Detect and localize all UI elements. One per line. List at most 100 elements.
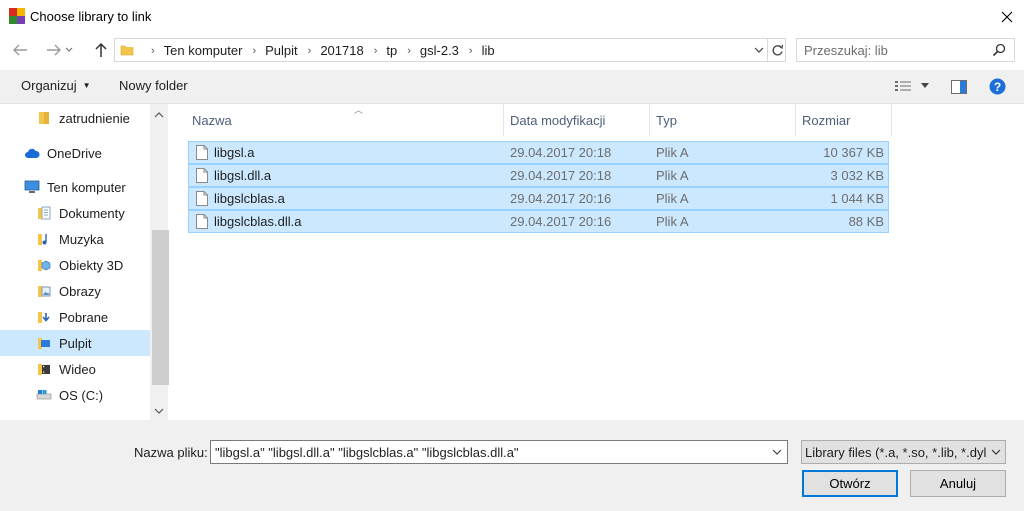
cancel-button[interactable]: Anuluj (910, 470, 1006, 497)
svg-text:?: ? (994, 80, 1001, 94)
organize-label: Organizuj (21, 78, 77, 93)
file-row[interactable]: libgsl.a 29.04.2017 20:18 Plik A 10 367 … (188, 141, 889, 164)
filename-label: Nazwa pliku: (134, 445, 208, 460)
up-button[interactable] (90, 39, 112, 61)
column-header-label: Data modyfikacji (510, 112, 606, 128)
folder-icon (36, 110, 52, 126)
arrow-right-icon (47, 44, 61, 56)
app-icon (9, 8, 25, 24)
file-icon (196, 168, 208, 183)
back-button[interactable] (9, 39, 31, 61)
sidebar-item-muzyka[interactable]: Muzyka (0, 226, 150, 252)
file-type: Plik A (656, 168, 689, 183)
pictures-icon (36, 283, 52, 299)
column-header-label: Nazwa (192, 112, 232, 128)
preview-pane-icon[interactable] (951, 80, 967, 94)
search-input[interactable]: Przeszukaj: lib (804, 43, 888, 58)
scroll-down-button[interactable] (150, 402, 168, 419)
file-size: 1 044 KB (830, 191, 885, 206)
chevron-right-icon[interactable]: › (374, 45, 378, 57)
breadcrumb-item[interactable]: 201718 (320, 43, 363, 58)
file-type-select[interactable]: Library files (*.a, *.so, *.lib, *.dyli (801, 440, 1006, 464)
downloads-icon (36, 309, 52, 325)
recent-locations-button[interactable] (62, 39, 76, 61)
navigation-pane[interactable]: zatrudnienie OneDrive Ten komputer Dokum… (0, 104, 170, 420)
search-box[interactable]: Przeszukaj: lib (796, 38, 1015, 62)
music-icon (36, 231, 52, 247)
dialog-footer (0, 420, 1024, 511)
chevron-right-icon: › (151, 44, 155, 57)
sidebar-item-obiekty-3d[interactable]: Obiekty 3D (0, 252, 150, 278)
caret-down-icon[interactable] (921, 83, 929, 89)
chevron-right-icon[interactable]: › (469, 45, 473, 57)
file-name: libgsl.dll.a (214, 168, 272, 183)
file-date: 29.04.2017 20:16 (510, 214, 612, 229)
sidebar-item-label: OneDrive (47, 145, 102, 161)
address-history-dropdown[interactable] (751, 39, 767, 61)
file-row[interactable]: libgslcblas.a 29.04.2017 20:16 Plik A 1 … (188, 187, 889, 210)
chevron-right-icon[interactable]: › (308, 45, 312, 57)
file-type-dropdown-button[interactable] (987, 441, 1005, 463)
scrollbar-thumb[interactable] (152, 230, 169, 385)
sidebar-item-dokumenty[interactable]: Dokumenty (0, 200, 150, 226)
breadcrumb: › Ten komputer › Pulpit › 201718 › tp › … (141, 43, 495, 58)
sidebar-item-onedrive[interactable]: OneDrive (0, 140, 150, 166)
caret-down-icon: ▼ (82, 81, 91, 90)
file-size: 3 032 KB (830, 168, 885, 183)
organize-button[interactable]: Organizuj ▼ (21, 78, 91, 93)
sidebar-item-label: Pulpit (59, 335, 92, 351)
file-size: 88 KB (848, 214, 884, 229)
chevron-down-icon (754, 47, 764, 53)
column-header-name[interactable]: ︿ Nazwa (186, 104, 504, 136)
column-header-label: Typ (656, 112, 677, 128)
file-row[interactable]: libgsl.dll.a 29.04.2017 20:18 Plik A 3 0… (188, 164, 889, 187)
sidebar-item-wideo[interactable]: Wideo (0, 356, 150, 382)
sidebar-item-ten-komputer[interactable]: Ten komputer (0, 174, 150, 200)
breadcrumb-item[interactable]: Ten komputer (164, 43, 243, 58)
file-name: libgslcblas.a (214, 191, 285, 206)
view-options-icon[interactable] (895, 80, 911, 94)
breadcrumb-item[interactable]: Pulpit (265, 43, 298, 58)
file-icon (196, 214, 208, 229)
sidebar-item-os-c[interactable]: OS (C:) (0, 382, 150, 408)
refresh-icon (772, 44, 783, 55)
breadcrumb-item[interactable]: tp (386, 43, 397, 58)
window-title: Choose library to link (30, 9, 152, 24)
sidebar-item-obrazy[interactable]: Obrazy (0, 278, 150, 304)
help-icon[interactable]: ? (989, 78, 1006, 95)
column-header-label: Rozmiar (802, 112, 851, 128)
column-header-date[interactable]: Data modyfikacji (504, 104, 650, 136)
file-icon (196, 145, 208, 160)
column-header-type[interactable]: Typ (650, 104, 796, 136)
sidebar-item-zatrudnienie[interactable]: zatrudnienie (0, 105, 150, 131)
filename-input[interactable]: "libgsl.a" "libgsl.dll.a" "libgslcblas.a… (210, 440, 788, 464)
file-type: Plik A (656, 214, 689, 229)
breadcrumb-item[interactable]: gsl-2.3 (420, 43, 459, 58)
arrow-left-icon (13, 44, 27, 56)
new-folder-button[interactable]: Nowy folder (119, 78, 188, 93)
chevron-down-icon (154, 408, 164, 414)
address-bar[interactable]: › Ten komputer › Pulpit › 201718 › tp › … (114, 38, 786, 62)
3d-objects-icon (36, 257, 52, 273)
close-button[interactable] (990, 0, 1024, 33)
chevron-down-icon (991, 449, 1001, 455)
chevron-right-icon[interactable]: › (252, 45, 256, 57)
sidebar-item-label: Ten komputer (47, 179, 126, 195)
refresh-button[interactable] (767, 39, 786, 61)
sidebar-item-pulpit[interactable]: Pulpit (0, 330, 150, 356)
search-icon[interactable] (992, 43, 1006, 57)
computer-icon (24, 179, 40, 195)
file-row[interactable]: libgslcblas.dll.a 29.04.2017 20:16 Plik … (188, 210, 889, 233)
file-date: 29.04.2017 20:18 (510, 168, 612, 183)
sidebar-item-pobrane[interactable]: Pobrane (0, 304, 150, 330)
arrow-up-icon (95, 42, 107, 57)
documents-icon (36, 205, 52, 221)
chevron-down-icon[interactable] (771, 445, 783, 459)
open-button[interactable]: Otwórz (802, 470, 898, 497)
scroll-up-button[interactable] (150, 106, 168, 123)
chevron-right-icon[interactable]: › (407, 45, 411, 57)
cloud-icon (24, 145, 40, 161)
column-header-size[interactable]: Rozmiar (796, 104, 892, 136)
breadcrumb-item[interactable]: lib (482, 43, 495, 58)
filename-value: "libgsl.a" "libgsl.dll.a" "libgslcblas.a… (215, 445, 519, 460)
